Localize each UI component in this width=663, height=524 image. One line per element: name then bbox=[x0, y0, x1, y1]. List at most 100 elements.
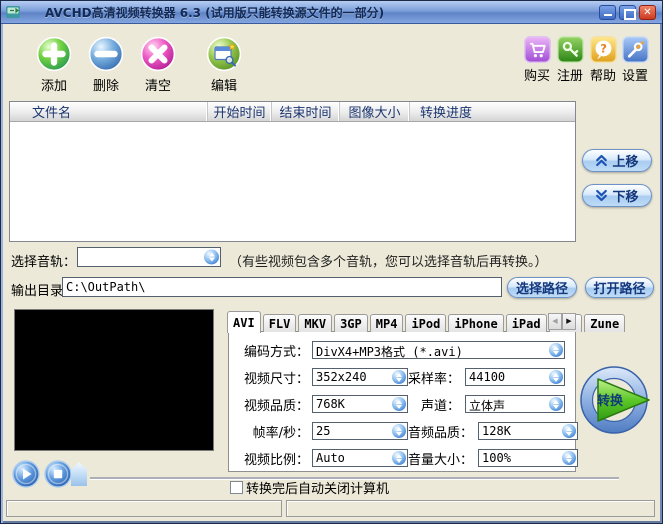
spinner-icon[interactable] bbox=[549, 397, 563, 411]
column-progress[interactable]: 转换进度 bbox=[410, 102, 575, 121]
encoding-select[interactable]: DivX4+MP3格式 (*.avi) bbox=[312, 341, 565, 359]
encoding-value: DivX4+MP3格式 (*.avi) bbox=[316, 345, 463, 359]
tab-scroll-right-icon[interactable]: ▶ bbox=[562, 313, 576, 330]
video-size-value: 352x240 bbox=[316, 370, 367, 384]
move-down-button[interactable]: 下移 bbox=[582, 184, 652, 207]
frame-rate-label: 帧率/秒： bbox=[252, 425, 309, 441]
minimize-button[interactable] bbox=[599, 4, 616, 20]
svg-text:?: ? bbox=[600, 42, 607, 56]
remove-label: 删除 bbox=[92, 79, 119, 94]
spinner-icon[interactable] bbox=[392, 397, 406, 411]
help-button[interactable]: ? 帮助 bbox=[586, 36, 620, 84]
close-button[interactable] bbox=[639, 4, 656, 20]
aspect-value: Auto bbox=[316, 451, 345, 465]
audio-quality-value: 128K bbox=[482, 424, 511, 438]
help-label: 帮助 bbox=[589, 69, 616, 84]
status-bar bbox=[1, 499, 662, 519]
channel-label: 声道： bbox=[420, 398, 460, 414]
volume-label: 音量大小： bbox=[408, 452, 474, 468]
video-preview bbox=[14, 309, 214, 451]
tab-iphone[interactable]: iPhone bbox=[448, 314, 504, 332]
spinner-icon[interactable] bbox=[204, 249, 219, 265]
tab-ipod[interactable]: iPod bbox=[405, 314, 447, 332]
channel-value: 立体声 bbox=[469, 399, 506, 413]
edit-icon bbox=[206, 36, 242, 72]
shutdown-option: 转换完后自动关闭计算机 bbox=[230, 478, 389, 497]
tab-avi[interactable]: AVI bbox=[227, 311, 261, 333]
clear-button[interactable]: 清空 bbox=[135, 36, 181, 94]
edit-button[interactable]: 编辑 bbox=[201, 36, 247, 94]
video-quality-value: 768K bbox=[316, 397, 345, 411]
column-filename[interactable]: 文件名 bbox=[10, 102, 208, 121]
channel-select[interactable]: 立体声 bbox=[465, 395, 565, 413]
tab-scroll-left-icon[interactable]: ◀ bbox=[548, 313, 562, 330]
encoding-label: 编码方式： bbox=[243, 344, 309, 360]
seek-slider-thumb[interactable] bbox=[71, 462, 87, 486]
tab-ipad[interactable]: iPad bbox=[505, 314, 547, 332]
double-chevron-down-icon bbox=[596, 189, 608, 202]
shutdown-checkbox[interactable] bbox=[230, 481, 243, 494]
register-button[interactable]: 注册 bbox=[553, 36, 587, 84]
file-list[interactable]: 文件名 开始时间 结束时间 图像大小 转换进度 bbox=[9, 101, 576, 242]
spinner-icon[interactable] bbox=[562, 424, 577, 438]
choose-path-label: 选择路径 bbox=[515, 282, 568, 297]
tab-mkv[interactable]: MKV bbox=[298, 314, 333, 332]
open-path-label: 打开路径 bbox=[593, 282, 646, 297]
video-quality-label: 视频品质： bbox=[243, 398, 309, 414]
stop-button[interactable] bbox=[44, 460, 72, 488]
encode-settings-panel: 编码方式： DivX4+MP3格式 (*.avi) 视频尺寸： 352x240 … bbox=[228, 331, 579, 472]
title-bar: AVCHD高清视频转换器 6.3 (试用版只能转换源文件的一部分) bbox=[1, 1, 662, 24]
sample-rate-label: 采样率： bbox=[408, 371, 461, 387]
volume-select[interactable]: 100% bbox=[478, 449, 579, 467]
double-chevron-up-icon bbox=[596, 154, 608, 167]
spinner-icon[interactable] bbox=[562, 451, 577, 465]
frame-rate-value: 25 bbox=[316, 424, 331, 438]
column-start-time[interactable]: 开始时间 bbox=[208, 102, 272, 121]
aspect-row: 视频比例： Auto 音量大小： 100% bbox=[237, 448, 579, 468]
choose-path-button[interactable]: 选择路径 bbox=[507, 277, 577, 298]
convert-icon: 转换 bbox=[580, 366, 650, 434]
maximize-button[interactable] bbox=[619, 4, 636, 20]
add-button[interactable]: 添加 bbox=[31, 36, 77, 94]
video-size-select[interactable]: 352x240 bbox=[312, 368, 408, 386]
status-panel-right bbox=[286, 500, 655, 517]
open-path-button[interactable]: 打开路径 bbox=[585, 277, 654, 298]
frame-rate-select[interactable]: 25 bbox=[312, 422, 408, 440]
tab-zune[interactable]: Zune bbox=[584, 314, 626, 332]
video-size-label: 视频尺寸： bbox=[243, 371, 309, 387]
tab-flv[interactable]: FLV bbox=[262, 314, 297, 332]
settings-button[interactable]: 设置 bbox=[618, 36, 652, 84]
file-list-header: 文件名 开始时间 结束时间 图像大小 转换进度 bbox=[10, 102, 575, 122]
audio-track-select[interactable] bbox=[77, 247, 221, 267]
add-label: 添加 bbox=[40, 79, 67, 94]
stop-icon bbox=[44, 460, 72, 488]
window-title: AVCHD高清视频转换器 6.3 (试用版只能转换源文件的一部分) bbox=[45, 5, 385, 20]
spinner-icon[interactable] bbox=[392, 370, 406, 384]
convert-label: 转换 bbox=[597, 393, 624, 409]
video-quality-select[interactable]: 768K bbox=[312, 395, 408, 413]
sample-rate-select[interactable]: 44100 bbox=[465, 368, 566, 386]
convert-button[interactable]: 转换 bbox=[579, 364, 657, 436]
aspect-select[interactable]: Auto bbox=[312, 449, 408, 467]
clear-icon bbox=[140, 36, 176, 72]
shopping-cart-icon bbox=[523, 36, 551, 63]
audio-track-label: 选择音轨： bbox=[11, 255, 77, 270]
output-path-input[interactable] bbox=[62, 277, 502, 297]
spinner-icon[interactable] bbox=[549, 343, 563, 357]
remove-button[interactable]: 删除 bbox=[83, 36, 129, 94]
column-end-time[interactable]: 结束时间 bbox=[272, 102, 340, 121]
spinner-icon[interactable] bbox=[392, 424, 406, 438]
tab-3gp[interactable]: 3GP bbox=[334, 314, 368, 332]
settings-label: 设置 bbox=[621, 69, 648, 84]
move-up-button[interactable]: 上移 bbox=[582, 149, 652, 172]
audio-quality-select[interactable]: 128K bbox=[478, 422, 579, 440]
tools-icon bbox=[621, 36, 649, 63]
buy-button[interactable]: 购买 bbox=[520, 36, 554, 84]
column-image-size[interactable]: 图像大小 bbox=[340, 102, 410, 121]
spinner-icon[interactable] bbox=[392, 451, 406, 465]
play-button[interactable] bbox=[12, 460, 40, 488]
tab-mp4[interactable]: MP4 bbox=[369, 314, 404, 332]
spinner-icon[interactable] bbox=[549, 370, 564, 384]
shutdown-checkbox-label: 转换完后自动关闭计算机 bbox=[246, 482, 390, 497]
encoding-row: 编码方式： DivX4+MP3格式 (*.avi) bbox=[237, 340, 565, 360]
